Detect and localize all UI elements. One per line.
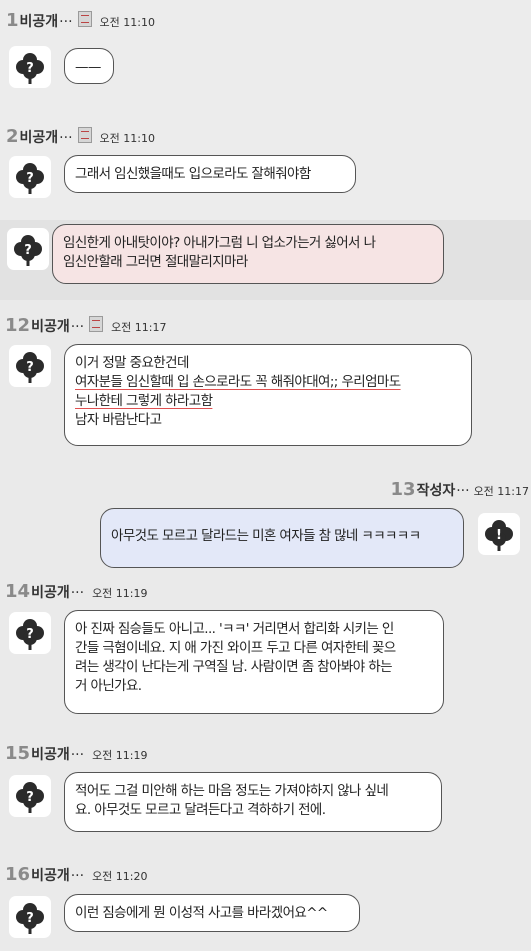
ellipsis: ··· — [70, 868, 85, 884]
comment-number: 16 — [5, 864, 31, 885]
message-bubble: 이거 정말 중요한건데 여자분들 임신할때 입 손으로라도 꼭 해줘야대여;; … — [64, 344, 472, 446]
avatar[interactable]: ? — [9, 775, 51, 817]
ellipsis: ··· — [456, 483, 470, 499]
avatar[interactable]: ! — [478, 513, 520, 555]
ellipsis: ··· — [70, 319, 85, 335]
comment-number: 15 — [5, 743, 31, 764]
message-bubble: 적어도 그걸 미안해 하는 마음 정도는 가져야하지 않나 싶네 요. 아무것도… — [64, 772, 442, 832]
question-flower-icon: ? — [16, 903, 44, 934]
avatar[interactable]: ? — [9, 345, 51, 387]
comment-author: 비공개 — [19, 14, 59, 30]
ellipsis: ··· — [59, 14, 73, 30]
comment-author: 비공개 — [31, 319, 70, 335]
comment-number: 12 — [5, 315, 31, 336]
question-flower-icon: ? — [14, 235, 42, 266]
comment-number: 1 — [6, 10, 19, 31]
question-flower-icon: ? — [16, 619, 44, 650]
message-bubble: 임신한게 아내탓이야? 아내가그럼 니 업소가는거 싫어서 나 임신안할래 그러… — [52, 224, 444, 284]
question-flower-icon: ? — [16, 53, 44, 84]
comment-header: 1 비공개 ··· 오전 11:10 — [6, 10, 155, 31]
comment-time: 오전 11:17 — [473, 485, 529, 498]
svg-text:!: ! — [496, 528, 502, 543]
question-flower-icon: ? — [16, 163, 44, 194]
comment-header: 16 비공개 ··· 오전 11:20 — [5, 864, 148, 885]
comment-number: 13 — [390, 479, 416, 500]
message-bubble: 아 진짜 짐승들도 아니고... 'ㅋㅋ' 거리면서 합리화 시키는 인 간들 … — [64, 610, 444, 714]
memo-icon[interactable] — [89, 316, 104, 332]
avatar[interactable]: ? — [7, 228, 49, 270]
svg-text:?: ? — [26, 911, 34, 926]
exclamation-flower-icon: ! — [485, 520, 513, 551]
comment-time: 오전 11:20 — [92, 870, 148, 883]
avatar[interactable]: ? — [9, 612, 51, 654]
message-bubble: 이런 짐승에게 뭔 이성적 사고를 바라겠어요^^ — [64, 894, 360, 932]
comment-author: 작성자 — [416, 483, 456, 499]
memo-icon[interactable] — [77, 127, 92, 143]
comment-author: 비공개 — [31, 585, 70, 601]
message-bubble: 그래서 임신했을때도 입으로라도 잘해줘야함 — [64, 155, 356, 193]
svg-text:?: ? — [26, 360, 34, 375]
avatar[interactable]: ? — [9, 156, 51, 198]
comment-header: 12 비공개 ··· 오전 11:17 — [5, 315, 167, 336]
svg-text:?: ? — [26, 790, 34, 805]
comment-time: 오전 11:19 — [92, 749, 148, 762]
svg-text:?: ? — [26, 171, 34, 186]
comment-time: 오전 11:10 — [99, 132, 155, 145]
question-flower-icon: ? — [16, 352, 44, 383]
ellipsis: ··· — [70, 585, 85, 601]
avatar[interactable]: ? — [9, 46, 51, 88]
comment-time: 오전 11:17 — [111, 321, 167, 334]
comment-header: 13 작성자 ··· 오전 11:17 — [391, 479, 530, 500]
comment-number: 14 — [5, 581, 31, 602]
comment-time: 오전 11:19 — [92, 587, 148, 600]
ellipsis: ··· — [70, 747, 85, 763]
svg-text:?: ? — [26, 61, 34, 76]
avatar[interactable]: ? — [9, 896, 51, 938]
comment-number: 2 — [6, 126, 19, 147]
message-bubble: —— — [64, 48, 114, 84]
memo-icon[interactable] — [77, 11, 92, 27]
comment-author: 비공개 — [31, 747, 70, 763]
question-flower-icon: ? — [16, 782, 44, 813]
ellipsis: ··· — [59, 130, 73, 146]
comment-header: 2 비공개 ··· 오전 11:10 — [6, 126, 155, 147]
comment-author: 비공개 — [31, 868, 70, 884]
svg-text:?: ? — [26, 627, 34, 642]
svg-text:?: ? — [24, 243, 32, 258]
message-bubble: 아무것도 모르고 달라드는 미혼 여자들 참 많네 ㅋㅋㅋㅋㅋ — [100, 508, 464, 568]
comment-time: 오전 11:10 — [99, 16, 155, 29]
comment-header: 14 비공개 ··· 오전 11:19 — [5, 581, 148, 602]
comment-header: 15 비공개 ··· 오전 11:19 — [5, 743, 148, 764]
comment-author: 비공개 — [19, 130, 59, 146]
